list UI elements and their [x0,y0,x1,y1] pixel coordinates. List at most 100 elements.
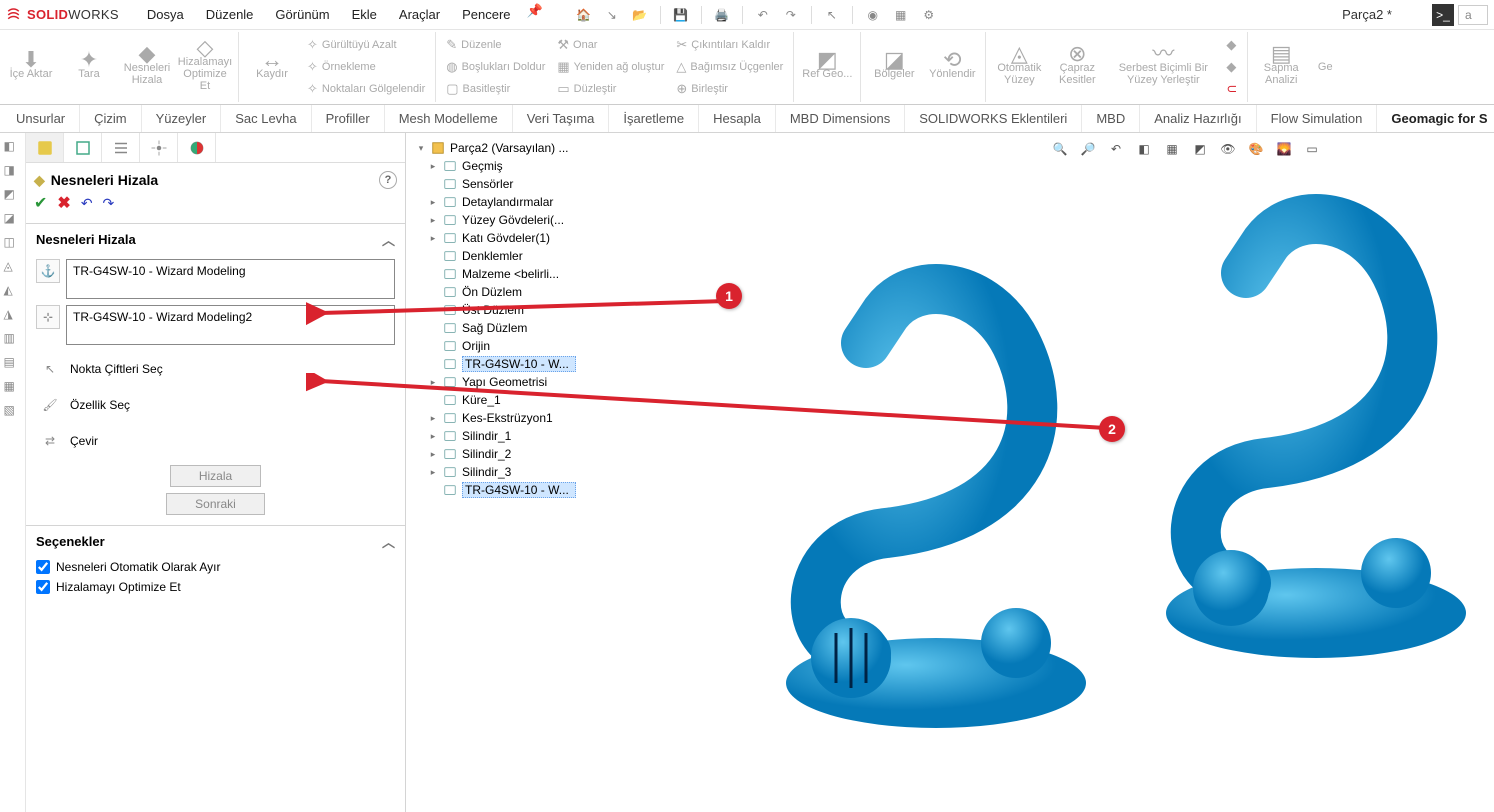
new-icon[interactable]: ↘︎ [601,4,623,26]
ribbon-shade[interactable]: ✧Noktaları Gölgelendir [303,79,429,99]
cm-tab-mbd-dim[interactable]: MBD Dimensions [776,105,905,132]
search-input[interactable]: a [1458,5,1488,25]
ribbon-import[interactable]: ⬇︎İçe Aktar [4,54,58,80]
ribbon-simplify[interactable]: ▢Basitleştir [442,79,549,99]
tree-item[interactable]: Denklemler [414,247,614,265]
ribbon-trim[interactable]: ✂Çıkıntıları Kaldır [672,35,787,55]
ribbon-misc3[interactable]: ⊂ [1222,79,1241,99]
select-icon[interactable]: ↖ [821,4,843,26]
hide-show-icon[interactable]: 👁 [1216,137,1240,161]
apply-scene-icon[interactable]: 🌄 [1272,137,1296,161]
ribbon-misc2[interactable]: ◆ [1222,57,1241,77]
cm-tab-sheetmetal[interactable]: Sac Levha [221,105,311,132]
fm-tab-feature[interactable] [26,133,64,162]
ribbon-freeform[interactable]: 〰Serbest Biçimli Bir Yüzey Yerleştir [1108,48,1218,86]
redo-icon[interactable]: ↷ [780,4,802,26]
cm-tab-markup[interactable]: İşaretleme [609,105,699,132]
pm-section-head[interactable]: Nesneleri Hizala ︿ [26,224,405,255]
tree-item[interactable]: Orijin [414,337,614,355]
ribbon-optimize[interactable]: ◇Hizalamayı Optimize Et [178,42,232,92]
cm-tab-mbd[interactable]: MBD [1082,105,1140,132]
ribbon-repair[interactable]: ⚒Onar [553,35,668,55]
pm-redo-button[interactable]: ↷ [103,195,115,212]
optimize-align-checkbox[interactable]: Hizalamayı Optimize Et [26,577,405,597]
ribbon-align[interactable]: ◆Nesneleri Hizala [120,48,174,86]
menu-edit[interactable]: Düzenle [196,3,264,26]
tree-item[interactable]: ▸Silindir_3 [414,463,614,481]
cm-tab-surfaces[interactable]: Yüzeyler [142,105,222,132]
pin-icon[interactable]: 📌 [527,3,543,26]
menu-tools[interactable]: Araçlar [389,3,450,26]
tree-item[interactable]: ▸Detaylandırmalar [414,193,614,211]
fm-tab-dim[interactable] [140,133,178,162]
ribbon-scan[interactable]: ✦Tara [62,54,116,80]
ribbon-misc1[interactable]: ◆ [1222,35,1241,55]
zoom-fit-icon[interactable]: 🔍 [1048,137,1072,161]
fm-tab-config[interactable] [102,133,140,162]
side-ic-11[interactable]: ▦ [4,379,22,397]
tree-item[interactable]: Malzeme <belirli... [414,265,614,283]
side-ic-4[interactable]: ◪ [4,211,22,229]
ribbon-sample[interactable]: ✧Örnekleme [303,57,429,77]
undo-icon[interactable]: ↶ [752,4,774,26]
prev-view-icon[interactable]: ↶ [1104,137,1128,161]
ribbon-flatten[interactable]: ▭Düzleştir [553,79,668,99]
pm-cancel-button[interactable]: ✖ [57,193,70,213]
fm-tab-appearance[interactable] [178,133,216,162]
menu-file[interactable]: Dosya [137,3,194,26]
cm-tab-features[interactable]: Unsurlar [2,105,80,132]
auto-separate-checkbox[interactable]: Nesneleri Otomatik Olarak Ayır [26,557,405,577]
rebuild-icon[interactable]: ◉ [862,4,884,26]
ribbon-fill[interactable]: ◍Boşlukları Doldur [442,57,549,77]
cm-tab-evaluate[interactable]: Hesapla [699,105,776,132]
ribbon-more[interactable]: Ge [1312,61,1338,73]
zoom-area-icon[interactable]: 🔎 [1076,137,1100,161]
cm-tab-flow[interactable]: Flow Simulation [1257,105,1378,132]
cm-tab-analysis[interactable]: Analiz Hazırlığı [1140,105,1256,132]
tree-item[interactable]: ▸Katı Gövdeler(1) [414,229,614,247]
pm-options-head[interactable]: Seçenekler ︿ [26,526,405,557]
ribbon-regions[interactable]: ◪Bölgeler [867,54,921,80]
cm-tab-data[interactable]: Veri Taşıma [513,105,610,132]
side-ic-9[interactable]: ▥ [4,331,22,349]
side-ic-8[interactable]: ◮ [4,307,22,325]
side-ic-2[interactable]: ◨ [4,163,22,181]
ribbon-merge[interactable]: ⊕Birleştir [672,79,787,99]
cm-tab-geomagic[interactable]: Geomagic for S [1377,105,1494,132]
side-ic-5[interactable]: ◫ [4,235,22,253]
pm-help-icon[interactable]: ? [379,171,397,189]
home-icon[interactable]: 🏠 [573,4,595,26]
side-ic-6[interactable]: ◬ [4,259,22,277]
float-selection-icon[interactable]: ⊹ [36,305,60,329]
ribbon-deviation[interactable]: ▤Sapma Analizi [1254,48,1308,86]
tree-item[interactable]: TR-G4SW-10 - W... [414,481,614,499]
menu-view[interactable]: Görünüm [265,3,339,26]
ribbon-noise[interactable]: ✧Gürültüyü Azalt [303,35,429,55]
side-ic-3[interactable]: ◩ [4,187,22,205]
next-button[interactable]: Sonraki [166,493,265,515]
ribbon-orient[interactable]: ⟲Yönlendir [925,54,979,80]
options-icon[interactable]: ⚙ [918,4,940,26]
ribbon-refgeo[interactable]: ◩Ref Geo... [800,54,854,80]
side-ic-10[interactable]: ▤ [4,355,22,373]
tree-item[interactable]: ▸Silindir_2 [414,445,614,463]
anchor-selection-icon[interactable]: ⚓ [36,259,60,283]
pm-undo-button[interactable]: ↶ [81,195,93,212]
filter-icon[interactable]: ▦ [890,4,912,26]
tree-item[interactable]: TR-G4SW-10 - W... [414,355,614,373]
cm-tab-mesh[interactable]: Mesh Modelleme [385,105,513,132]
side-ic-1[interactable]: ◧ [4,139,22,157]
cm-tab-addins[interactable]: SOLIDWORKS Eklentileri [905,105,1082,132]
align-button[interactable]: Hizala [170,465,261,487]
fm-tab-property[interactable] [64,133,102,162]
tree-item[interactable]: ▸Geçmiş [414,157,614,175]
side-ic-12[interactable]: ▧ [4,403,22,421]
menu-insert[interactable]: Ekle [342,3,387,26]
graphics-area[interactable]: 🔍 🔎 ↶ ◧ ▦ ◩ 👁 🎨 🌄 ▭ ▾ Parça2 (Varsayılan… [406,133,1494,812]
view-settings-icon[interactable]: ▭ [1300,137,1324,161]
cm-tab-profiles[interactable]: Profiller [312,105,385,132]
cm-tab-sketch[interactable]: Çizim [80,105,142,132]
ribbon-autosurf[interactable]: ◬Otomatik Yüzey [992,48,1046,86]
save-icon[interactable]: 💾 [670,4,692,26]
tree-root[interactable]: ▾ Parça2 (Varsayılan) ... [414,139,614,157]
